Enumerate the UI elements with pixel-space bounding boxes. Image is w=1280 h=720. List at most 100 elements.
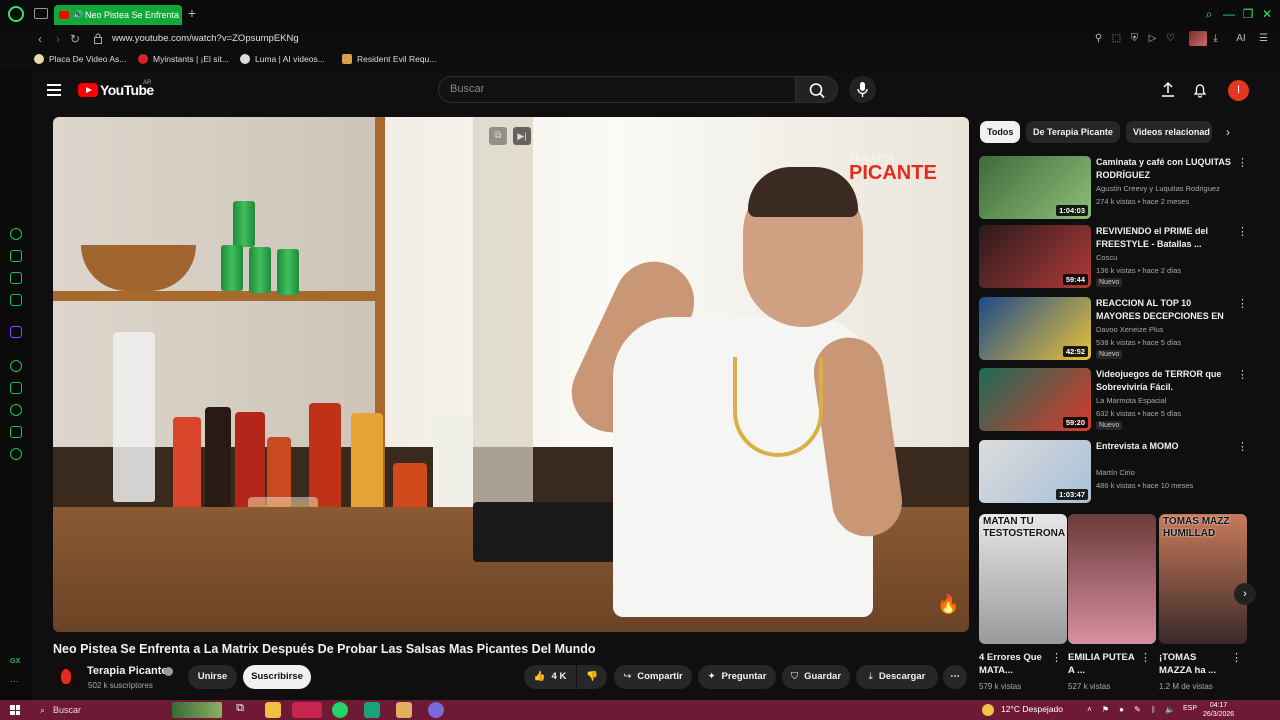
weather-text[interactable]: 12°C Despejado	[1001, 704, 1063, 714]
recommendation-channel[interactable]: Agustín Creevy y Luquitas Rodriguez	[1096, 184, 1220, 193]
bookmark-item[interactable]: Luma | AI videos...	[240, 54, 325, 64]
history-icon[interactable]	[10, 404, 22, 416]
adblock-shield-icon[interactable]: ⛨	[1129, 33, 1140, 44]
recommendation-channel[interactable]: Davoo Xeneize Plus	[1096, 325, 1164, 334]
more-vert-icon[interactable]: ⋮	[1140, 651, 1151, 664]
gx-icon[interactable]: GX	[10, 658, 22, 670]
ask-button[interactable]: ✦ Preguntar	[698, 665, 776, 689]
short-title[interactable]: 4 Errores Que MATA...	[979, 651, 1049, 677]
recommendation-thumbnail[interactable]: 59:44	[979, 225, 1091, 288]
more-vert-icon[interactable]: ⋮	[1237, 156, 1248, 170]
clock[interactable]: 04:17 26/3/2026	[1203, 701, 1234, 719]
video-player[interactable]: TERAPIA PICANTE ⧉ ▶| 🔥	[53, 117, 969, 632]
search-tabs-icon[interactable]: ⌕	[1202, 7, 1216, 21]
new-tab-button[interactable]: +	[185, 6, 199, 20]
tray-chevron-icon[interactable]: ˄	[1085, 705, 1094, 714]
recommendation-thumbnail[interactable]: 1:03:47	[979, 440, 1091, 503]
game-icon[interactable]	[10, 272, 22, 284]
short-title[interactable]: EMILIA PUTEA A ...	[1068, 651, 1138, 677]
notifications-bell-icon[interactable]	[1193, 82, 1207, 98]
short-item[interactable]: EMILIA PUTEA A ... ⋮ 527 k vistas	[1068, 514, 1156, 691]
app-icon[interactable]	[396, 702, 412, 718]
upload-icon[interactable]	[1161, 82, 1175, 98]
more-vert-icon[interactable]: ⋮	[1237, 440, 1248, 454]
dislike-button[interactable]: 👎	[577, 665, 607, 689]
microphone-tray-icon[interactable]: ●	[1117, 705, 1126, 714]
app-icon[interactable]	[428, 702, 444, 718]
short-title[interactable]: ¡TOMAS MAZZA ha ...	[1159, 651, 1229, 677]
recommendation-channel[interactable]: Martín Cirio	[1096, 468, 1135, 477]
account-avatar[interactable]: I	[1228, 80, 1249, 101]
heart-icon[interactable]: ♡	[1165, 33, 1176, 44]
recommendation-item[interactable]: 1:03:47 Entrevista a MOMO Martín Cirio 486 …	[979, 440, 1279, 505]
close-window-button[interactable]: ✕	[1260, 7, 1274, 21]
more-actions-button[interactable]: ⋯	[943, 665, 967, 689]
bluetooth-icon[interactable]: ᛒ	[1149, 705, 1158, 714]
pinboard-icon[interactable]	[10, 382, 22, 394]
recommendation-thumbnail[interactable]: 59:20	[979, 368, 1091, 431]
recommendation-title[interactable]: Entrevista a MOMO	[1096, 440, 1231, 453]
more-vert-icon[interactable]: ⋮	[1237, 297, 1248, 311]
more-vert-icon[interactable]: ⋮	[1231, 651, 1242, 664]
chevron-right-icon[interactable]: ›	[1226, 125, 1238, 139]
bookmark-item[interactable]: Placa De Video As...	[34, 54, 126, 64]
recommendation-item[interactable]: 42:52 REACCION AL TOP 10 MAYORES DECEPCIO…	[979, 297, 1279, 362]
workspaces-icon[interactable]	[34, 8, 48, 19]
more-vert-icon[interactable]: ⋮	[1237, 225, 1248, 239]
subscribe-button[interactable]: Suscribirse	[243, 665, 311, 689]
channel-name[interactable]: Terapia Picante	[87, 665, 168, 677]
search-highlight-image[interactable]	[172, 702, 222, 718]
download-icon[interactable]: ⤓	[1210, 33, 1221, 44]
voice-search-button[interactable]	[849, 76, 876, 103]
menu-icon[interactable]: ☰	[1258, 33, 1269, 44]
search-input[interactable]: Buscar	[438, 76, 796, 103]
recommendation-channel[interactable]: Coscu	[1096, 253, 1117, 262]
channel-avatar[interactable]	[54, 665, 78, 689]
whatsapp-icon[interactable]	[10, 360, 22, 372]
extensions-icon[interactable]	[10, 426, 22, 438]
sync-icon[interactable]	[10, 228, 22, 240]
youtube-logo-icon[interactable]	[78, 83, 98, 97]
recommendation-title[interactable]: REACCION AL TOP 10 MAYORES DECEPCIONES E…	[1096, 297, 1231, 323]
snapshot-icon[interactable]: ⬚	[1111, 33, 1122, 44]
save-button[interactable]: ⛉ Guardar	[782, 665, 850, 689]
language-indicator[interactable]: ESP	[1183, 705, 1197, 712]
tray-app-icon[interactable]: ⚑	[1101, 705, 1110, 714]
short-item[interactable]: TOMAS MAZZ HUMILLAD ¡TOMAS MAZZA ha ... ⋮ 1…	[1159, 514, 1247, 691]
tab-youtube[interactable]: 🔊 Neo Pistea Se Enfrenta	[54, 5, 182, 25]
task-view-icon[interactable]: ⧉	[232, 702, 248, 718]
tray-app-icon[interactable]: ✎	[1133, 705, 1142, 714]
recommendation-item[interactable]: 1:04:03 Caminata y café con LUQUITAS RODR…	[979, 156, 1279, 221]
recommendation-thumbnail[interactable]: 42:52	[979, 297, 1091, 360]
whatsapp-app-icon[interactable]	[332, 702, 348, 718]
opera-logo-icon[interactable]	[8, 6, 24, 22]
short-thumbnail[interactable]: MATAN TU TESTOSTERONA	[979, 514, 1067, 644]
chip-all[interactable]: Todos	[980, 121, 1021, 143]
download-button[interactable]: ⤓ Descargar	[856, 665, 938, 689]
forward-button[interactable]: ›	[51, 32, 65, 46]
messenger-icon[interactable]	[10, 294, 22, 306]
settings-icon[interactable]	[10, 448, 22, 460]
maximize-button[interactable]: ❐	[1241, 7, 1255, 21]
file-explorer-icon[interactable]	[265, 702, 281, 718]
back-button[interactable]: ‹	[33, 32, 47, 46]
reload-button[interactable]: ↻	[68, 32, 82, 46]
shorts-next-icon[interactable]: ›	[1234, 583, 1256, 605]
guide-menu-icon[interactable]	[47, 84, 61, 96]
minimize-button[interactable]: —	[1222, 7, 1236, 21]
lock-icon[interactable]	[94, 33, 102, 44]
share-button[interactable]: ↪ Compartir	[614, 665, 692, 689]
more-vert-icon[interactable]: ⋮	[1051, 651, 1062, 664]
recommendation-item[interactable]: 59:20 Videojuegos de TERROR que Sobrevivi…	[979, 368, 1279, 433]
twitch-icon[interactable]	[10, 326, 22, 338]
player-icon[interactable]: ▷	[1147, 33, 1158, 44]
chip-related[interactable]: Videos relacionad	[1126, 121, 1212, 143]
recommendation-channel[interactable]: La Marmota Espacial	[1096, 396, 1166, 405]
next-video-icon[interactable]: ▶|	[513, 127, 531, 145]
pin-icon[interactable]: ⚲	[1093, 33, 1104, 44]
recommendation-title[interactable]: Caminata y café con LUQUITAS RODRÍGUEZ	[1096, 156, 1231, 181]
crypto-wallet-icon[interactable]	[10, 250, 22, 262]
volume-icon[interactable]: 🔈	[1165, 705, 1175, 714]
app-icon[interactable]	[364, 702, 380, 718]
join-button[interactable]: Unirse	[188, 665, 237, 689]
